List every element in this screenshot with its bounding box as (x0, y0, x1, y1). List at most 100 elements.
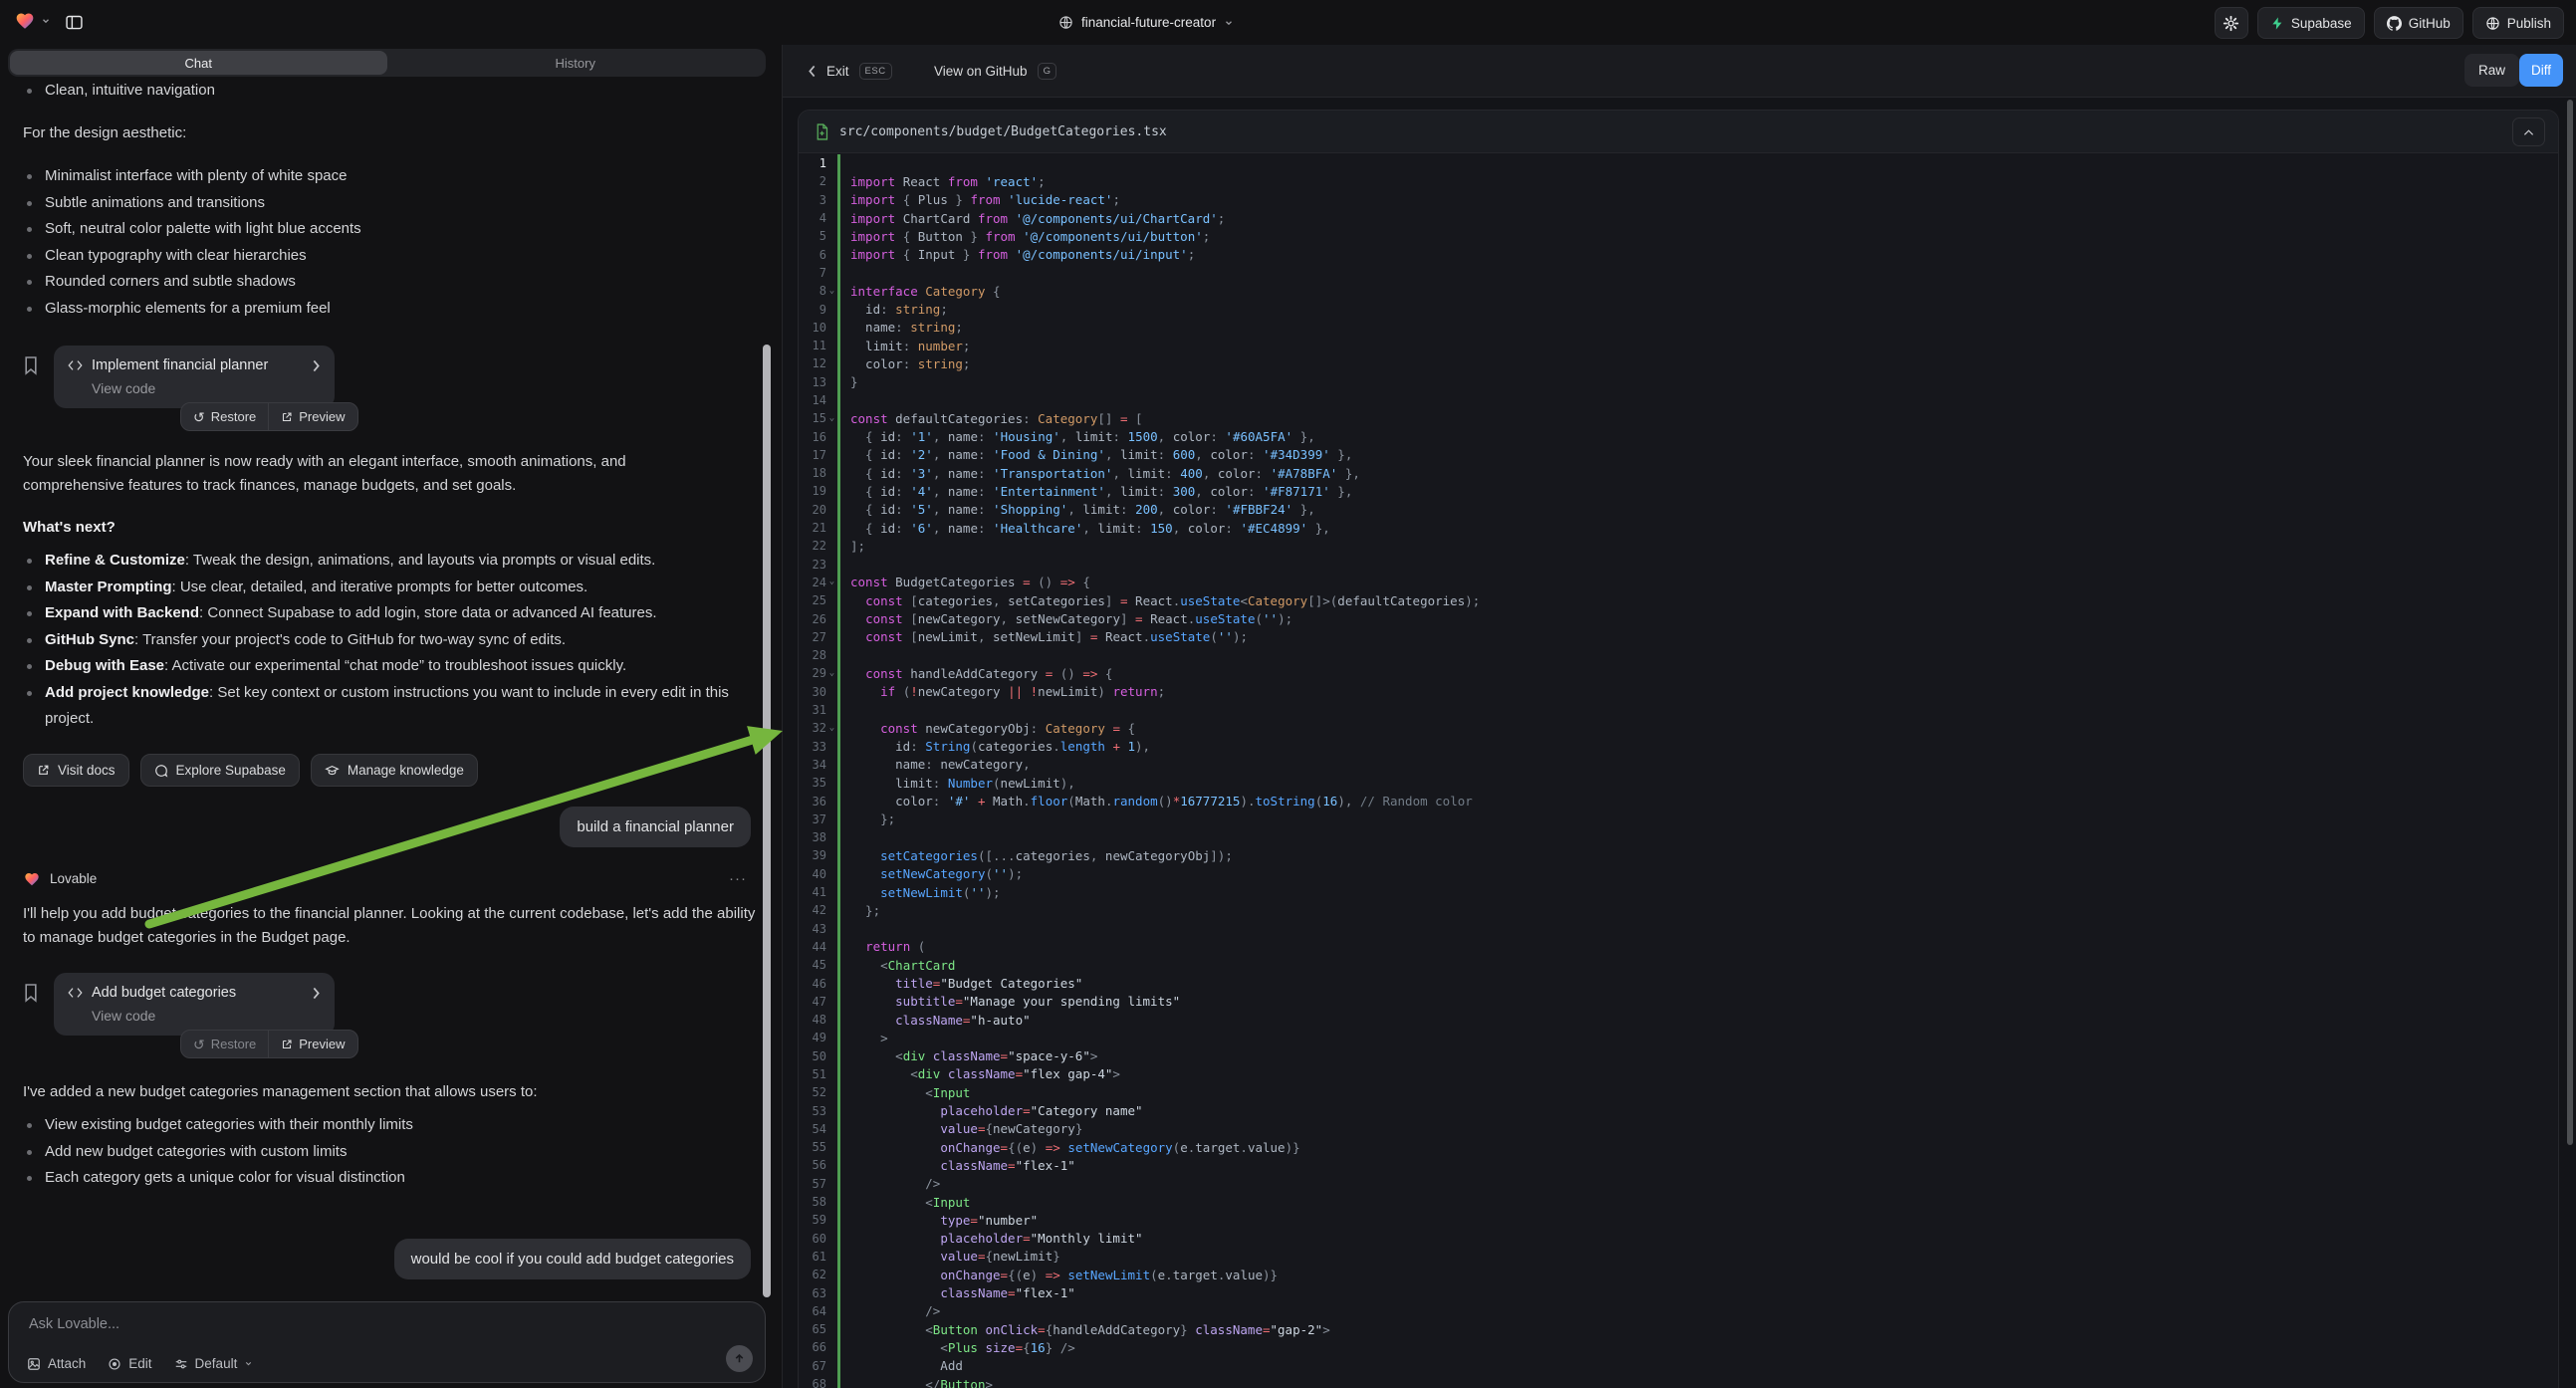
bookmark-icon[interactable] (23, 355, 39, 375)
next-steps-list: Refine & Customize: Tweak the design, an… (23, 548, 754, 733)
code-line: 6import { Input } from '@/components/ui/… (799, 245, 2558, 263)
code-line: 4import ChartCard from '@/components/ui/… (799, 209, 2558, 227)
chevron-down-icon (244, 1359, 253, 1368)
fold-toggle-icon[interactable]: ⌄ (826, 578, 837, 586)
visit-docs-button[interactable]: Visit docs (23, 754, 129, 787)
tab-chat[interactable]: Chat (10, 51, 387, 75)
github-button[interactable]: GitHub (2374, 7, 2463, 39)
attach-button[interactable]: Attach (27, 1356, 86, 1371)
user-message: would be cool if you could add budget ca… (394, 1239, 751, 1279)
list-item: Debug with Ease: Activate our experiment… (45, 653, 754, 680)
code-text: { id: '6', name: 'Healthcare', limit: 15… (840, 521, 1330, 536)
code-line: 32⌄ const newCategoryObj: Category = { (799, 719, 2558, 737)
logo-chevron-down-icon[interactable] (41, 16, 51, 26)
chat-scrollbar-thumb[interactable] (763, 345, 771, 1297)
chat-history-tabs: Chat History (8, 49, 766, 77)
external-link-icon (281, 411, 293, 423)
code-line: 61 value={newLimit} (799, 1248, 2558, 1266)
line-number: 40 (799, 867, 826, 881)
code-editor[interactable]: 12import React from 'react';3import { Pl… (799, 152, 2558, 1388)
line-number: 2 (799, 174, 826, 188)
whats-next-heading: What's next? (23, 516, 116, 540)
line-number: 58 (799, 1195, 826, 1209)
preview-button[interactable]: Preview (268, 403, 356, 430)
fold-toggle-icon[interactable]: ⌄ (826, 287, 837, 296)
restore-preview-pill: ↺ Restore Preview (180, 1030, 358, 1058)
supabase-button[interactable]: Supabase (2257, 7, 2365, 39)
code-line: 10 name: string; (799, 319, 2558, 337)
tab-history[interactable]: History (387, 51, 765, 75)
code-text: }; (840, 811, 895, 826)
model-select[interactable]: Default (174, 1356, 254, 1371)
view-on-github-button[interactable]: View on GitHub G (934, 45, 1056, 97)
view-code-link[interactable]: View code (92, 380, 321, 396)
version-card-implement-financial-planner[interactable]: Implement financial planner View code (54, 346, 335, 408)
code-text: name: string; (840, 320, 963, 335)
code-line: 9 id: string; (799, 300, 2558, 318)
version-card-add-budget-categories[interactable]: Add budget categories View code (54, 973, 335, 1036)
view-code-link[interactable]: View code (92, 1008, 321, 1024)
fold-toggle-icon[interactable]: ⌄ (826, 414, 837, 423)
code-line: 64 /> (799, 1302, 2558, 1320)
settings-button[interactable] (2215, 7, 2248, 39)
code-text: import { Button } from '@/components/ui/… (840, 229, 1210, 244)
code-line: 53 placeholder="Category name" (799, 1101, 2558, 1119)
diff-added-bar (837, 264, 840, 282)
raw-toggle-button[interactable]: Raw (2464, 54, 2519, 87)
project-chevron-down-icon (1224, 18, 1234, 28)
publish-button[interactable]: Publish (2472, 7, 2564, 39)
collapse-file-button[interactable] (2512, 117, 2545, 146)
restore-button[interactable]: ↺ Restore (181, 1031, 268, 1057)
fold-toggle-icon[interactable]: ⌄ (826, 724, 837, 733)
visit-docs-label: Visit docs (58, 763, 116, 778)
line-number: 14 (799, 393, 826, 407)
manage-knowledge-button[interactable]: Manage knowledge (311, 754, 478, 787)
code-line: 48 className="h-auto" (799, 1011, 2558, 1029)
sliders-icon (174, 1357, 188, 1371)
line-number: 11 (799, 339, 826, 352)
code-text: value={newLimit} (840, 1249, 1060, 1264)
code-line: 58 <Input (799, 1193, 2558, 1211)
line-number: 33 (799, 740, 826, 754)
code-text: /> (840, 1303, 940, 1318)
edit-button[interactable]: Edit (108, 1356, 151, 1371)
chat-input-container: Attach Edit Default (8, 1301, 766, 1383)
line-number: 34 (799, 758, 826, 772)
line-number: 48 (799, 1013, 826, 1027)
code-text: const defaultCategories: Category[] = [ (840, 411, 1143, 426)
line-number: 37 (799, 812, 826, 826)
code-text: import { Input } from '@/components/ui/i… (840, 247, 1195, 262)
code-line: 13} (799, 373, 2558, 391)
project-menu[interactable]: financial-future-creator (1058, 10, 1234, 35)
sidebar-toggle-button[interactable] (58, 8, 90, 37)
code-line: 42 }; (799, 901, 2558, 919)
list-item: Subtle animations and transitions (45, 190, 742, 217)
diff-toggle-button[interactable]: Diff (2519, 54, 2563, 87)
preview-button[interactable]: Preview (268, 1031, 356, 1057)
target-icon (108, 1357, 121, 1371)
chat-input[interactable] (27, 1314, 747, 1348)
line-number: 28 (799, 648, 826, 662)
line-number: 27 (799, 630, 826, 644)
bookmark-icon[interactable] (23, 983, 39, 1003)
lovable-logo-icon[interactable] (14, 11, 36, 31)
explore-supabase-button[interactable]: Explore Supabase (140, 754, 300, 787)
file-header-bar[interactable]: src/components/budget/BudgetCategories.t… (799, 111, 2558, 153)
code-line: 54 value={newCategory} (799, 1120, 2558, 1138)
line-number: 10 (799, 321, 826, 335)
design-heading: For the design aesthetic: (23, 121, 186, 145)
code-line: 57 /> (799, 1175, 2558, 1193)
line-number: 16 (799, 430, 826, 444)
attach-label: Attach (48, 1356, 86, 1371)
list-item: Clean typography with clear hierarchies (45, 243, 742, 270)
code-scrollbar-thumb[interactable] (2567, 100, 2573, 1145)
code-line: 33 id: String(categories.length + 1), (799, 738, 2558, 756)
send-button[interactable] (726, 1345, 753, 1372)
restore-button[interactable]: ↺ Restore (181, 403, 268, 430)
message-menu-button[interactable]: ··· (729, 870, 747, 887)
explore-supabase-label: Explore Supabase (176, 763, 286, 778)
fold-toggle-icon[interactable]: ⌄ (826, 669, 837, 678)
code-text: Add (840, 1358, 963, 1373)
exit-button[interactable]: Exit ESC (808, 45, 892, 97)
code-text: > (840, 1031, 888, 1045)
